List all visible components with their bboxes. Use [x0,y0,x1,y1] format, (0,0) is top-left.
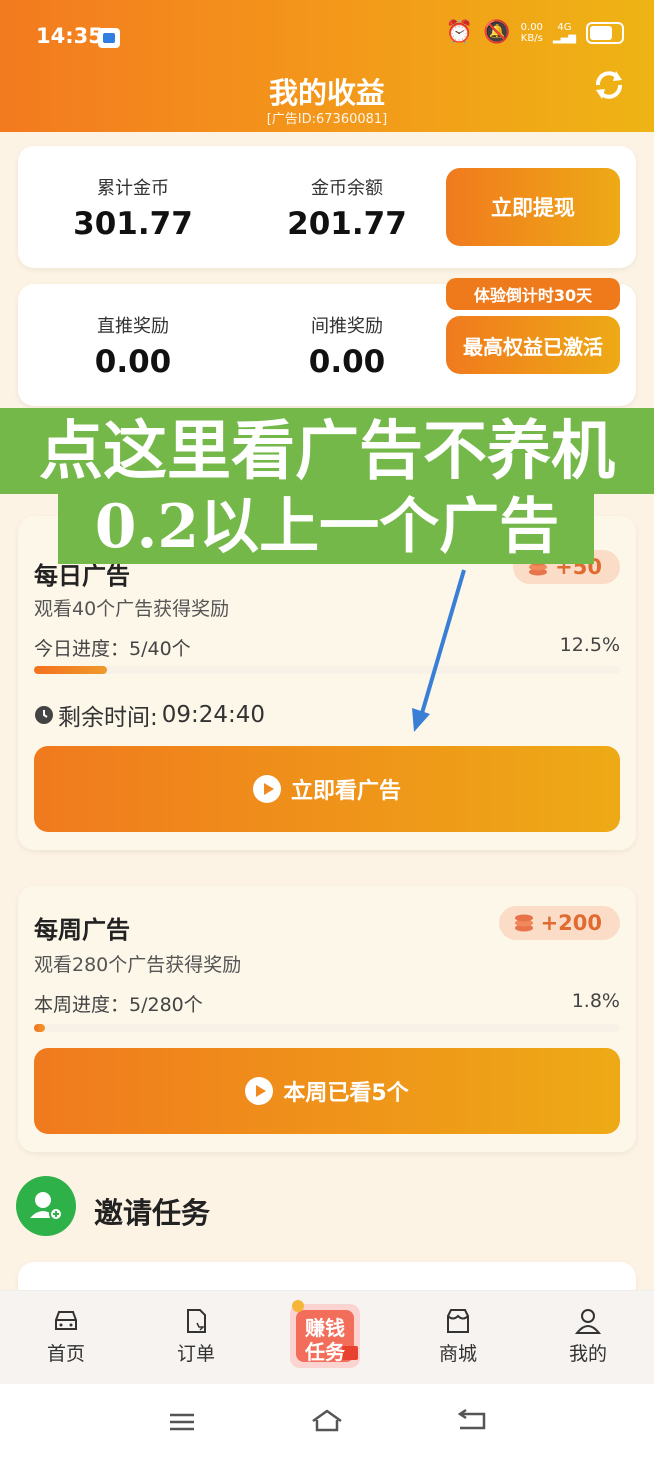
watch-ad-button[interactable]: 立即看广告 [34,746,620,832]
tab-mine-label: 我的 [568,1343,607,1365]
tab-orders[interactable]: 订单 [146,1307,246,1366]
net-speed: 0.00 KB/s [521,22,543,44]
countdown-badge: 体验倒计时30天 [446,278,620,310]
coins-icon [514,914,533,932]
car-icon [55,1311,77,1330]
total-coins-label: 累计金币 [97,178,169,199]
header: 14:35 ⏰ 🔕 0.00 KB/s 4G ▂▄▆ 我的收益 [广告ID:67… [0,0,654,132]
rights-activated-button[interactable]: 最高权益已激活 [446,316,620,374]
weekly-reward-badge: +200 [498,906,620,940]
store-icon [447,1309,469,1333]
back-icon[interactable] [456,1408,488,1434]
arrow-annotation-icon [412,569,466,732]
weekly-ad-card: 每周广告 +200 观看280个广告获得奖励 本周进度：5/280个 1.8% … [18,886,636,1152]
balance-value: 201.77 [287,206,407,242]
weekly-progress-label: 本周进度：5/280个 [34,994,203,1016]
weekly-watched-label: 本周已看5个 [283,1081,409,1106]
coin-summary-card: 累计金币 301.77 金币余额 201.77 立即提现 [18,146,636,268]
daily-progress-label: 今日进度：5/40个 [34,638,191,660]
signal-icon: 4G ▂▄▆ [552,22,576,44]
direct-reward: 直推奖励 0.00 [18,312,248,380]
order-icon [187,1309,206,1333]
status-time: 14:35 [36,24,103,48]
mute-icon: 🔕 [483,20,511,45]
daily-progress-percent: 12.5% [559,634,620,656]
withdraw-button[interactable]: 立即提现 [446,168,620,246]
clock-icon [35,706,53,724]
page-title: 我的收益 [268,76,385,110]
battery-icon [586,22,624,44]
invite-user-icon [16,1176,76,1236]
remaining-time-value: 09:24:40 [161,702,266,728]
tab-mall[interactable]: 商城 [408,1307,508,1366]
weekly-ad-title: 每周广告 [34,916,130,944]
total-coins-value: 301.77 [73,206,193,242]
alarm-icon: ⏰ [445,20,474,45]
weekly-watched-button[interactable]: 本周已看5个 [34,1048,620,1134]
direct-reward-value: 0.00 [94,344,172,380]
notification-app-icon [98,28,120,48]
user-icon [574,1309,602,1334]
weekly-progress-fill [34,1024,45,1032]
daily-progress-bar [34,666,620,674]
balance-label: 金币余额 [311,178,383,199]
remaining-time: 剩余时间: 09:24:40 [34,698,265,732]
indirect-reward-label: 间推奖励 [311,316,383,337]
weekly-progress-bar [34,1024,620,1032]
indirect-reward: 间推奖励 0.00 [232,312,462,380]
watch-ad-label: 立即看广告 [290,779,401,804]
weekly-reward-value: +200 [540,911,602,935]
daily-ad-subtitle: 观看40个广告获得奖励 [34,598,230,620]
net-speed-unit: KB/s [520,33,543,44]
home-icon[interactable] [310,1408,344,1434]
ad-id: [广告ID:67360081] [266,112,388,127]
refresh-icon[interactable] [592,68,626,102]
net-speed-value: 0.00 [520,22,543,33]
tab-mine[interactable]: 我的 [538,1307,638,1366]
overlay-line-1: 点这里看广告不养机 [39,414,615,489]
weekly-ad-subtitle: 观看280个广告获得奖励 [34,954,242,976]
total-coins: 累计金币 301.77 [18,174,248,242]
play-icon [245,1077,274,1105]
earn-task-line-2: 任务 [305,1340,345,1364]
system-nav-bar [0,1384,654,1460]
tab-home[interactable]: 首页 [16,1307,116,1366]
remaining-time-label: 剩余时间: [58,705,158,731]
rewards-card: 直推奖励 0.00 间推奖励 0.00 体验倒计时30天 最高权益已激活 [18,278,636,406]
play-icon [252,775,281,803]
net-type: 4G [557,22,572,33]
daily-progress-fill [34,666,108,674]
direct-reward-label: 直推奖励 [97,316,169,337]
tab-mall-label: 商城 [438,1343,477,1365]
overlay-line-2: 0.2以上一个广告 [94,492,560,562]
invite-task-title: 邀请任务 [94,1196,211,1230]
tab-orders-label: 订单 [176,1343,215,1365]
status-icons: ⏰ 🔕 0.00 KB/s 4G ▂▄▆ [446,22,624,44]
tab-earn-task[interactable]: 赚钱 任务 [284,1296,366,1374]
indirect-reward-value: 0.00 [308,344,386,380]
tab-home-label: 首页 [46,1343,85,1365]
weekly-progress-percent: 1.8% [571,990,620,1012]
coin-balance: 金币余额 201.77 [232,174,462,242]
daily-ad-card: 每日广告 +50 观看40个广告获得奖励 今日进度：5/40个 12.5% 剩余… [18,516,636,850]
menu-icon[interactable] [168,1412,196,1432]
